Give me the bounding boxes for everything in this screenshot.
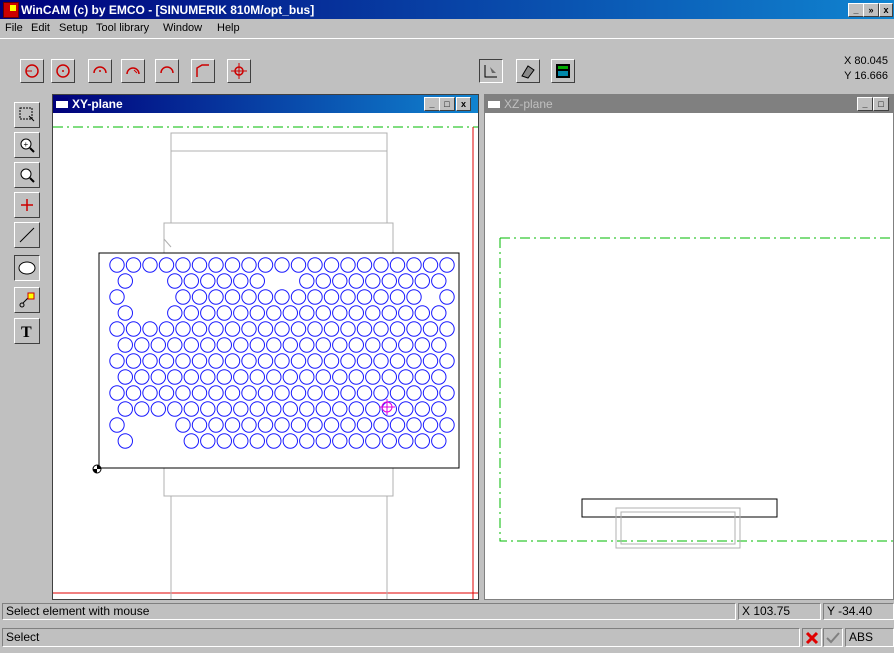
xy-minimize-button[interactable]: _ <box>424 97 440 111</box>
status-mode: Select <box>2 628 800 647</box>
part-lower-shoulder <box>163 467 394 497</box>
xz-maximize-button[interactable]: □ <box>873 97 889 111</box>
part-section-outer <box>615 507 741 549</box>
window-title: WinCAM (c) by EMCO - [SINUMERIK 810M/opt… <box>21 3 315 17</box>
point-crosshair-icon[interactable] <box>227 59 251 83</box>
status-bar-bottom: Select ABS <box>0 626 894 653</box>
view-3d-icon[interactable] <box>516 59 540 83</box>
xz-plane-window[interactable]: XZ-plane _ □ <box>484 94 894 600</box>
app-icon[interactable] <box>3 2 19 18</box>
zoom-in-icon[interactable]: + <box>14 132 40 158</box>
zoom-1to1-icon[interactable] <box>14 162 40 188</box>
menu-setup[interactable]: Setup <box>59 22 88 34</box>
status-bar-top: Select element with mouse X 103.75 Y -34… <box>0 601 894 621</box>
xy-plane-canvas[interactable] <box>53 113 478 600</box>
arc-ccw-icon[interactable] <box>121 59 145 83</box>
line-icon[interactable] <box>14 222 40 248</box>
check-icon <box>826 632 840 644</box>
xy-maximize-button[interactable]: □ <box>439 97 455 111</box>
arc-icon[interactable] <box>155 59 179 83</box>
title-bar: WinCAM (c) by EMCO - [SINUMERIK 810M/opt… <box>0 0 894 19</box>
toolbar: X 80.045 Y 16.666 <box>0 38 894 91</box>
xy-plane-titlebar: XY-plane _ □ x <box>53 95 478 113</box>
part-chamfer <box>163 238 172 248</box>
menu-file[interactable]: File <box>5 22 23 34</box>
close-button[interactable]: x <box>879 3 893 17</box>
arc-cw-icon[interactable] <box>88 59 112 83</box>
menu-tool-library[interactable]: Tool library <box>96 22 149 34</box>
menu-window[interactable]: Window <box>163 22 202 34</box>
xz-plane-canvas[interactable] <box>485 113 894 600</box>
circle-center-icon[interactable] <box>51 59 75 83</box>
xy-close-button[interactable]: x <box>456 97 471 111</box>
text-tool-glyph: T <box>21 324 32 340</box>
window-icon <box>488 98 500 108</box>
cancel-button[interactable] <box>802 628 822 647</box>
menu-edit[interactable]: Edit <box>31 22 50 34</box>
view-2d-icon[interactable] <box>479 59 503 83</box>
chamfer-icon[interactable] <box>191 59 215 83</box>
boundary-line <box>499 238 893 542</box>
xz-minimize-button[interactable]: _ <box>857 97 873 111</box>
restore-button[interactable]: » <box>863 3 879 17</box>
part-top-cap <box>170 132 388 152</box>
circle-point-icon[interactable] <box>20 59 44 83</box>
status-x-readout: X 103.75 <box>738 603 821 620</box>
xz-plane-titlebar: XZ-plane _ □ <box>485 95 893 113</box>
window-icon <box>56 98 68 108</box>
view-sim-icon[interactable] <box>551 59 575 83</box>
status-message: Select element with mouse <box>2 603 736 620</box>
part-upper-shoulder <box>163 222 394 254</box>
origin-marker <box>92 464 102 474</box>
xz-plane-title: XZ-plane <box>504 97 553 111</box>
select-window-icon[interactable] <box>14 102 40 128</box>
text-icon[interactable]: T <box>14 318 40 344</box>
point-icon[interactable] <box>14 192 40 218</box>
xy-plane-title: XY-plane <box>72 97 123 111</box>
xy-plane-window[interactable]: XY-plane _ □ x <box>52 94 479 600</box>
cancel-icon <box>805 631 819 645</box>
coord-x-readout: X 80.045 <box>843 55 888 67</box>
circle-icon[interactable] <box>14 255 40 281</box>
svg-text:+: + <box>24 140 29 149</box>
coord-y-readout: Y 16.666 <box>844 70 888 82</box>
abs-toggle[interactable]: ABS <box>845 628 894 647</box>
ok-button[interactable] <box>823 628 843 647</box>
node-icon[interactable] <box>14 287 40 313</box>
minimize-button[interactable]: _ <box>848 3 864 17</box>
status-y-readout: Y -34.40 <box>823 603 894 620</box>
menu-help[interactable]: Help <box>217 22 240 34</box>
menu-bar: File Edit Setup Tool library Window Help <box>0 19 894 38</box>
